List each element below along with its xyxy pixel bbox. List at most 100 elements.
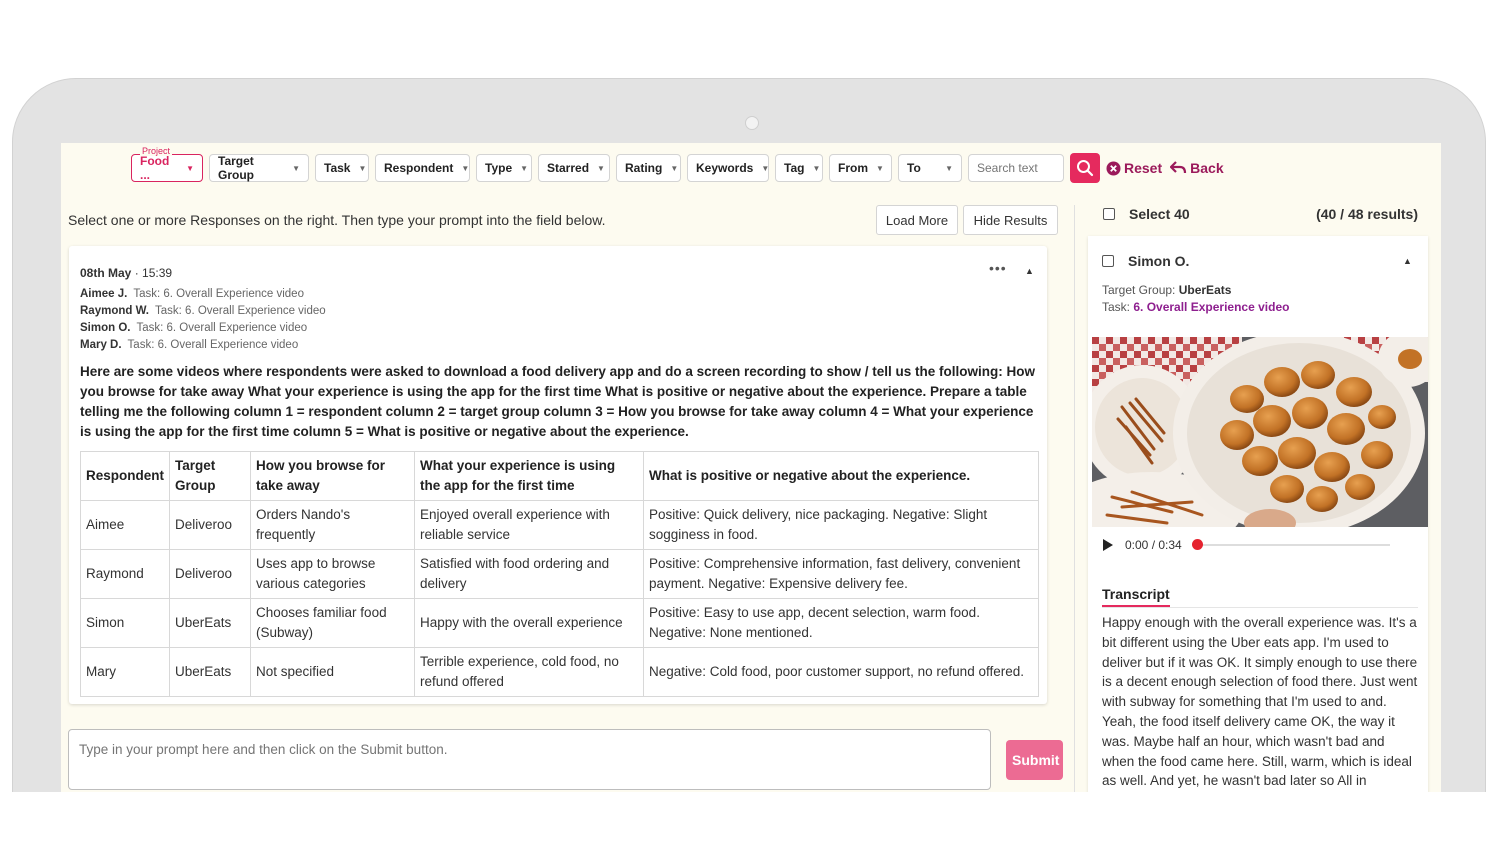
- table-cell: Terrible experience, cold food, no refun…: [414, 647, 645, 697]
- page-background-bottom: [0, 792, 1500, 864]
- caret-down-icon: ▼: [597, 163, 605, 173]
- search-input[interactable]: [968, 154, 1064, 182]
- transcript-text: Happy enough with the overall experience…: [1102, 615, 1418, 789]
- select-all-label: Select 40: [1129, 206, 1190, 222]
- play-icon[interactable]: [1103, 539, 1113, 551]
- select-all-checkbox[interactable]: [1103, 208, 1115, 220]
- results-count: (40 / 48 results): [1316, 206, 1418, 222]
- table-cell: Not specified: [250, 647, 416, 697]
- project-dropdown[interactable]: Project Food ... ▼: [131, 146, 203, 182]
- instructions-text: Select one or more Responses on the righ…: [68, 212, 606, 228]
- caret-down-icon: ▼: [945, 163, 953, 173]
- collapse-icon[interactable]: ▲: [1025, 266, 1034, 276]
- table-cell: UberEats: [169, 647, 252, 697]
- tab-underline: [1102, 607, 1418, 608]
- respondent-name: Raymond W.: [80, 305, 150, 317]
- meta-label: Target Group:: [1102, 283, 1176, 297]
- table-cell: Happy with the overall experience: [414, 598, 645, 648]
- table-cell: Chooses familiar food (Subway): [250, 598, 416, 648]
- dropdown-label: Target Group: [218, 154, 254, 182]
- table-cell: Positive: Easy to use app, decent select…: [643, 598, 1039, 648]
- table-cell: Simon: [79, 598, 171, 648]
- table-row: Mary UberEats Not specified Terrible exp…: [79, 647, 1039, 697]
- camera-dot: [745, 116, 759, 130]
- respondent-header: Simon O.: [1102, 253, 1189, 269]
- type-dropdown[interactable]: Type ▼: [476, 154, 532, 182]
- target-group-dropdown[interactable]: Target Group ▼: [209, 154, 309, 182]
- app-screen: Project Food ... ▼ Target Group ▼ Task ▼…: [61, 143, 1441, 792]
- meta-label: Task:: [1102, 300, 1131, 314]
- respondent-name: Aimee J.: [80, 288, 128, 300]
- rating-dropdown[interactable]: Rating ▼: [616, 154, 681, 182]
- respondent-card: Simon O. ▲ Target Group: UberEats Task: …: [1088, 236, 1428, 792]
- list-item: Aimee J. Task: 6. Overall Experience vide…: [80, 286, 326, 303]
- column-header: Target Group: [169, 451, 252, 501]
- table-row: Simon UberEats Chooses familiar food (Su…: [79, 598, 1039, 648]
- caret-down-icon: ▼: [761, 163, 770, 173]
- task-label: Task: 6. Overall Experience video: [133, 288, 304, 300]
- list-item: Raymond W. Task: 6. Overall Experience vi…: [80, 303, 326, 320]
- table-cell: Enjoyed overall experience with reliable…: [414, 500, 645, 550]
- list-item: Mary D. Task: 6. Overall Experience video: [80, 337, 326, 354]
- caret-down-icon: ▼: [876, 163, 884, 173]
- table-cell: Aimee: [79, 500, 171, 550]
- reset-label: Reset: [1124, 160, 1163, 176]
- load-more-button[interactable]: Load More: [876, 205, 958, 235]
- starred-dropdown[interactable]: Starred ▼: [538, 154, 610, 182]
- dropdown-label: Tag: [784, 161, 805, 175]
- table-cell: UberEats: [169, 598, 252, 648]
- respondent-name: Simon O.: [1128, 253, 1190, 269]
- submit-button[interactable]: Submit: [1006, 740, 1063, 780]
- collapse-icon[interactable]: ▲: [1403, 256, 1412, 266]
- dropdown-label: Type: [485, 161, 513, 175]
- table-cell: Mary: [79, 647, 171, 697]
- video-time: 0:00 / 0:34: [1125, 538, 1182, 552]
- respondent-name: Simon O.: [80, 322, 131, 334]
- table-cell: Positive: Quick delivery, nice packaging…: [643, 500, 1039, 550]
- tag-dropdown[interactable]: Tag ▼: [775, 154, 823, 182]
- table-cell: Deliveroo: [169, 549, 252, 599]
- tab-transcript[interactable]: Transcript: [1102, 586, 1170, 607]
- keywords-dropdown[interactable]: Keywords ▼: [687, 154, 769, 182]
- food-image: [1092, 337, 1428, 527]
- respondent-meta: Target Group: UberEats Task: 6. Overall …: [1102, 282, 1289, 316]
- caret-down-icon: ▼: [292, 163, 300, 173]
- table-cell: Uses app to browse various categories: [250, 549, 416, 599]
- card-time: · 15:39: [134, 266, 173, 280]
- project-label: Project: [140, 146, 173, 156]
- hide-results-button[interactable]: Hide Results: [963, 205, 1058, 235]
- project-value: Food ...: [140, 154, 170, 182]
- table-cell: Positive: Comprehensive information, fas…: [643, 549, 1039, 599]
- dropdown-label: From: [838, 161, 868, 175]
- progress-handle[interactable]: [1191, 539, 1203, 550]
- search-button[interactable]: [1070, 153, 1100, 183]
- prompt-input[interactable]: [68, 729, 991, 790]
- dropdown-label: Task: [324, 161, 351, 175]
- task-dropdown[interactable]: Task ▼: [315, 154, 369, 182]
- dropdown-label: Rating: [625, 161, 663, 175]
- dropdown-label: Starred: [547, 161, 590, 175]
- respondent-name: Mary D.: [80, 339, 122, 351]
- from-date-dropdown[interactable]: From ▼: [829, 154, 892, 182]
- respondent-checkbox[interactable]: [1102, 255, 1114, 267]
- task-row: Task: 6. Overall Experience video: [1102, 299, 1289, 316]
- reset-button[interactable]: Reset: [1106, 160, 1162, 176]
- to-date-dropdown[interactable]: To ▼: [898, 154, 962, 182]
- table-row: Raymond Deliveroo Uses app to browse var…: [79, 549, 1039, 599]
- prompt-text: Here are some videos where respondents w…: [80, 364, 1035, 439]
- more-options-icon[interactable]: •••: [989, 260, 1007, 276]
- back-button[interactable]: Back: [1170, 160, 1224, 176]
- table-cell: Orders Nando's frequently: [250, 500, 416, 550]
- video-player-controls: 0:00 / 0:34: [1092, 527, 1416, 563]
- task-link[interactable]: 6. Overall Experience video: [1133, 300, 1289, 314]
- respondent-dropdown[interactable]: Respondent ▼: [375, 154, 470, 182]
- caret-down-icon: ▼: [670, 163, 679, 173]
- dropdown-label: Keywords: [696, 161, 754, 175]
- list-item: Simon O. Task: 6. Overall Experience vide…: [80, 320, 326, 337]
- column-header: How you browse for take away: [250, 451, 416, 501]
- video-thumbnail[interactable]: [1092, 337, 1428, 527]
- selected-responses-list: Aimee J. Task: 6. Overall Experience vide…: [80, 286, 326, 354]
- dropdown-label: To: [907, 161, 921, 175]
- video-progress-track[interactable]: [1191, 539, 1390, 550]
- dropdown-label: Respondent: [384, 161, 454, 175]
